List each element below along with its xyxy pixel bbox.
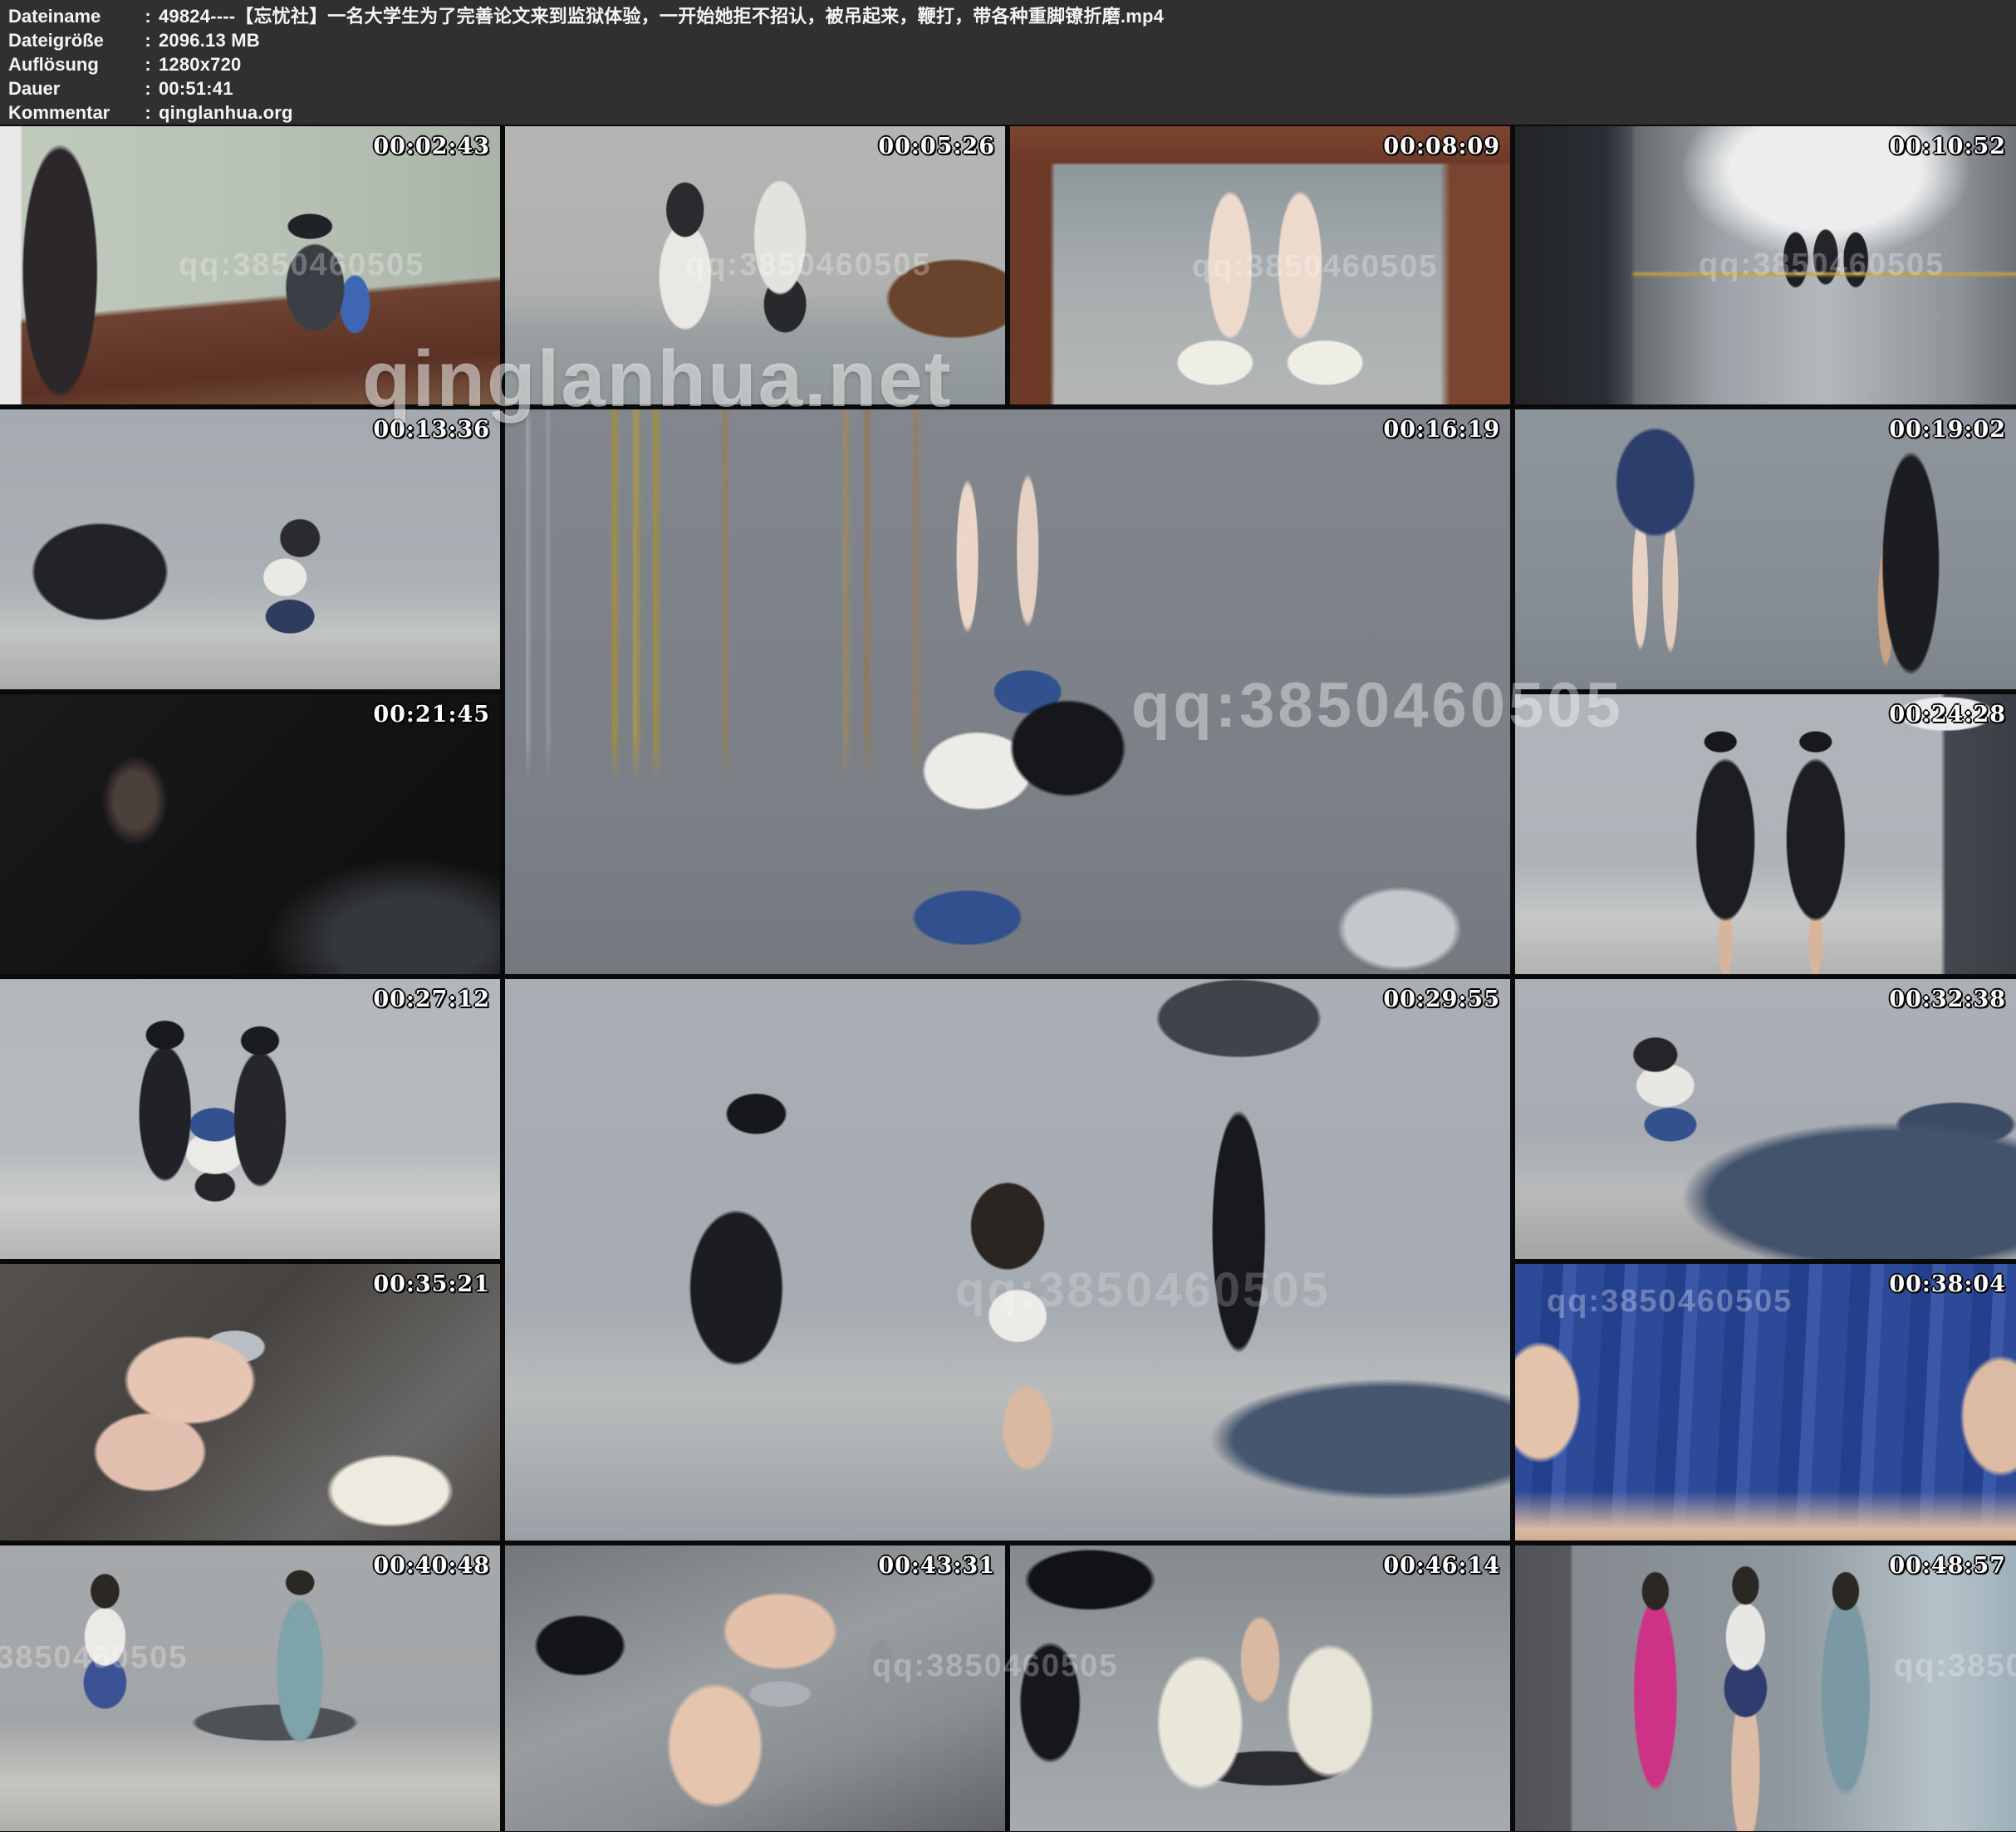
field-separator: : bbox=[137, 28, 159, 52]
duration-value: 00:51:41 bbox=[159, 78, 233, 99]
timestamp-overlay: 00:13:36 bbox=[373, 417, 490, 443]
video-frame-thumbnail-16: 00:43:31 bbox=[505, 1545, 1005, 1831]
video-frame-thumbnail-3: 00:08:09 bbox=[1010, 126, 1510, 404]
video-frame-thumbnail-17: 00:46:14 bbox=[1010, 1545, 1510, 1831]
video-frame-thumbnail-14: 00:38:04 bbox=[1515, 1264, 2016, 1541]
video-frame-thumbnail-13: 00:35:21 bbox=[0, 1264, 500, 1541]
filesize-value: 2096.13 MB bbox=[159, 30, 260, 51]
timestamp-overlay: 00:08:09 bbox=[1383, 134, 1500, 159]
timestamp-overlay: 00:05:26 bbox=[878, 134, 995, 159]
video-frame-thumbnail-12: 00:32:38 bbox=[1515, 979, 2016, 1259]
field-row-comment: Kommentar:qinglanhua.org bbox=[8, 100, 2016, 125]
video-frame-thumbnail-18: 00:48:57 bbox=[1515, 1545, 2016, 1831]
field-row-duration: Dauer:00:51:41 bbox=[8, 76, 2016, 100]
timestamp-overlay: 00:35:21 bbox=[373, 1271, 490, 1297]
timestamp-overlay: 00:19:02 bbox=[1889, 417, 2006, 443]
field-label: Dateigröße bbox=[8, 28, 137, 52]
comment-value: qinglanhua.org bbox=[159, 102, 293, 123]
timestamp-overlay: 00:16:19 bbox=[1383, 417, 1500, 443]
file-info-header: Dateiname:49824----【忘忧社】一名大学生为了完善论文来到监狱体… bbox=[0, 0, 2016, 125]
timestamp-overlay: 00:27:12 bbox=[373, 987, 490, 1012]
video-frame-thumbnail-7: 00:19:02 bbox=[1515, 409, 2016, 689]
resolution-value: 1280x720 bbox=[159, 54, 241, 75]
field-separator: : bbox=[137, 76, 159, 100]
video-frame-thumbnail-8: 00:21:45 bbox=[0, 694, 500, 974]
video-frame-thumbnail-9: 00:24:28 bbox=[1515, 694, 2016, 974]
video-frame-thumbnail-10: 00:27:12 bbox=[0, 979, 500, 1259]
video-frame-thumbnail-2: 00:05:26 bbox=[505, 126, 1005, 404]
video-frame-thumbnail-15: 00:40:48 bbox=[0, 1545, 500, 1831]
timestamp-overlay: 00:48:57 bbox=[1889, 1553, 2006, 1579]
field-row-filesize: Dateigröße:2096.13 MB bbox=[8, 28, 2016, 52]
timestamp-overlay: 00:10:52 bbox=[1889, 134, 2006, 159]
timestamp-overlay: 00:32:38 bbox=[1889, 987, 2006, 1012]
timestamp-overlay: 00:38:04 bbox=[1889, 1271, 2006, 1297]
timestamp-overlay: 00:02:43 bbox=[373, 134, 490, 159]
field-row-filename: Dateiname:49824----【忘忧社】一名大学生为了完善论文来到监狱体… bbox=[8, 4, 2016, 28]
video-frame-thumbnail-4: 00:10:52 bbox=[1515, 126, 2016, 404]
field-separator: : bbox=[137, 52, 159, 76]
field-separator: : bbox=[137, 100, 159, 125]
video-frame-thumbnail-1: 00:02:43 bbox=[0, 126, 500, 404]
timestamp-overlay: 00:24:28 bbox=[1889, 702, 2006, 727]
timestamp-overlay: 00:43:31 bbox=[878, 1553, 995, 1579]
timestamp-overlay: 00:46:14 bbox=[1383, 1553, 1500, 1579]
video-frame-thumbnail-11: 00:29:55 bbox=[505, 979, 1510, 1541]
field-label: Kommentar bbox=[8, 100, 137, 125]
field-label: Dateiname bbox=[8, 4, 137, 28]
field-separator: : bbox=[137, 4, 159, 28]
thumbnail-grid: 00:02:43 00:05:26 00:08:09 00:10:52 00:1… bbox=[0, 126, 2016, 1831]
field-label: Auflösung bbox=[8, 52, 137, 76]
field-row-resolution: Auflösung:1280x720 bbox=[8, 52, 2016, 76]
timestamp-overlay: 00:21:45 bbox=[373, 702, 490, 727]
filename-value: 49824----【忘忧社】一名大学生为了完善论文来到监狱体验，一开始她拒不招认… bbox=[159, 6, 1164, 27]
timestamp-overlay: 00:29:55 bbox=[1383, 987, 1500, 1012]
timestamp-overlay: 00:40:48 bbox=[373, 1553, 490, 1579]
video-frame-thumbnail-5: 00:13:36 bbox=[0, 409, 500, 689]
video-frame-thumbnail-6: 00:16:19 bbox=[505, 409, 1510, 974]
field-label: Dauer bbox=[8, 76, 137, 100]
contact-sheet-page: { "header": { "separator": ":", "rows": … bbox=[0, 0, 2016, 1832]
